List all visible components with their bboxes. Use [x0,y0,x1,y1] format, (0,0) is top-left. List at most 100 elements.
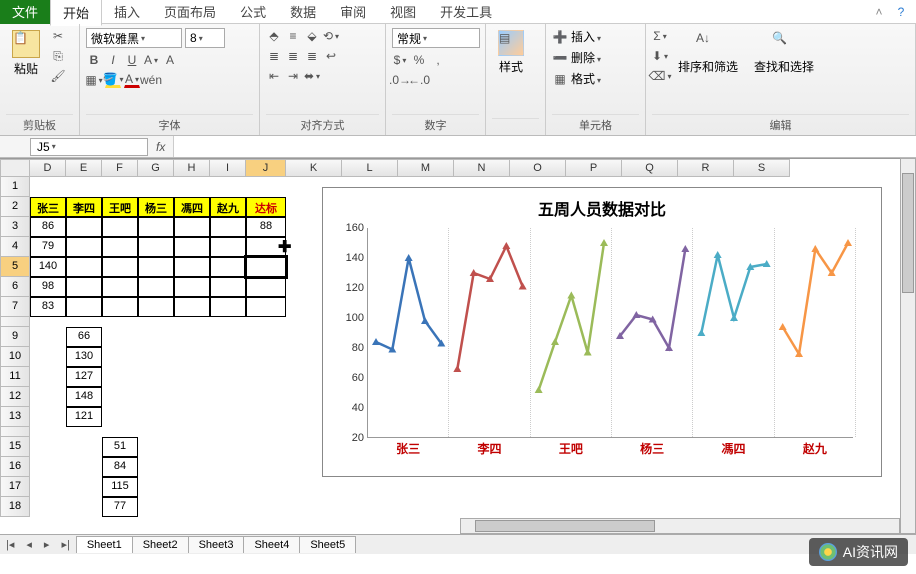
cells-insert-button[interactable]: ➕插入 [552,28,601,45]
column-header[interactable]: N [454,159,510,177]
column-header[interactable]: D [30,159,66,177]
copy-icon[interactable]: ⎘ [50,48,66,64]
row-header[interactable]: 12 [0,387,30,407]
cell[interactable]: 51 [102,437,138,457]
cell[interactable]: 达标值 [246,197,286,217]
tab-view[interactable]: 视图 [378,0,428,24]
comma-icon[interactable]: , [430,52,446,68]
worksheet-grid[interactable]: DEFGHIJKLMNOPQRS 12345679101112131516171… [0,158,916,538]
tab-dev[interactable]: 开发工具 [428,0,504,24]
cell[interactable] [138,297,174,317]
cell[interactable]: 馮四 [174,197,210,217]
styles-button[interactable]: ▤ 样式 [492,28,530,77]
cell[interactable]: 张三 [30,197,66,217]
sheet-tab[interactable]: Sheet5 [299,536,356,553]
row-header[interactable] [0,317,30,327]
column-header[interactable]: M [398,159,454,177]
cell[interactable] [66,297,102,317]
cell[interactable] [66,237,102,257]
column-header[interactable]: Q [622,159,678,177]
cell[interactable] [246,257,286,277]
column-header[interactable]: L [342,159,398,177]
column-header[interactable]: J [246,159,286,177]
row-header[interactable]: 17 [0,477,30,497]
cell[interactable] [66,257,102,277]
increase-decimal-icon[interactable]: .0→ [392,72,408,88]
sheet-tab[interactable]: Sheet3 [188,536,245,553]
cell[interactable]: 140 [30,257,66,277]
cell[interactable]: 赵九 [210,197,246,217]
row-header[interactable]: 10 [0,347,30,367]
column-header[interactable]: K [286,159,342,177]
grow-font-icon[interactable]: A [143,52,159,68]
align-left-icon[interactable]: ≣ [266,48,282,64]
cell[interactable] [210,297,246,317]
cell[interactable] [210,217,246,237]
format-painter-icon[interactable]: 🖌 [50,68,66,84]
cell[interactable] [174,297,210,317]
cell[interactable] [138,217,174,237]
row-header[interactable]: 15 [0,437,30,457]
column-header[interactable]: E [66,159,102,177]
align-center-icon[interactable]: ≣ [285,48,301,64]
cell[interactable] [102,237,138,257]
cell[interactable] [102,217,138,237]
vertical-scrollbar[interactable] [900,158,916,534]
cell[interactable]: 130 [66,347,102,367]
phonetic-icon[interactable]: wén [143,72,159,88]
row-header[interactable]: 1 [0,177,30,197]
row-header[interactable] [0,427,30,437]
cell[interactable] [138,277,174,297]
sheet-tab[interactable]: Sheet2 [132,536,189,553]
fill-icon[interactable]: ⬇ [652,48,668,64]
currency-icon[interactable]: $ [392,52,408,68]
row-header[interactable]: 7 [0,297,30,317]
increase-indent-icon[interactable]: ⇥ [285,68,301,84]
find-select-button[interactable]: 🔍 查找和选择 [748,28,820,77]
paste-button[interactable]: 📋 粘贴 [6,28,46,79]
cell[interactable]: 66 [66,327,102,347]
cell[interactable] [174,277,210,297]
cell[interactable] [246,277,286,297]
tab-data[interactable]: 数据 [278,0,328,24]
tab-file[interactable]: 文件 [0,0,50,24]
wrap-text-icon[interactable]: ↩ [323,48,339,64]
row-header[interactable]: 18 [0,497,30,517]
fx-icon[interactable]: fx [148,140,173,154]
cell[interactable]: 121 [66,407,102,427]
sheet-tab[interactable]: Sheet1 [76,536,133,553]
column-header[interactable]: O [510,159,566,177]
tab-formula[interactable]: 公式 [228,0,278,24]
formula-input[interactable] [173,136,916,157]
sheet-nav-last-icon[interactable]: ▸| [55,538,75,551]
font-name-combo[interactable]: 微软雅黑 [86,28,182,48]
cell[interactable] [102,257,138,277]
font-size-combo[interactable]: 8 [185,28,225,48]
row-header[interactable]: 16 [0,457,30,477]
cell[interactable] [210,237,246,257]
row-header[interactable]: 11 [0,367,30,387]
align-middle-icon[interactable]: ≡ [285,28,301,44]
select-all-corner[interactable] [0,159,30,177]
cell[interactable]: 86 [30,217,66,237]
font-color-icon[interactable]: A [124,72,140,88]
row-header[interactable]: 3 [0,217,30,237]
cell[interactable] [246,297,286,317]
tab-review[interactable]: 审阅 [328,0,378,24]
border-icon[interactable]: ▦ [86,72,102,88]
cell[interactable] [66,217,102,237]
cell[interactable]: 李四 [66,197,102,217]
autosum-icon[interactable]: Σ [652,28,668,44]
orientation-icon[interactable]: ⟲ [323,28,339,44]
row-header[interactable]: 6 [0,277,30,297]
cell[interactable]: 148 [66,387,102,407]
column-header[interactable]: I [210,159,246,177]
cell[interactable] [102,277,138,297]
tab-home[interactable]: 开始 [50,0,102,26]
percent-icon[interactable]: % [411,52,427,68]
sheet-tab[interactable]: Sheet4 [243,536,300,553]
cell[interactable] [174,237,210,257]
sheet-nav-next-icon[interactable]: ▸ [38,538,56,551]
cell[interactable]: 79 [30,237,66,257]
cell[interactable] [174,217,210,237]
